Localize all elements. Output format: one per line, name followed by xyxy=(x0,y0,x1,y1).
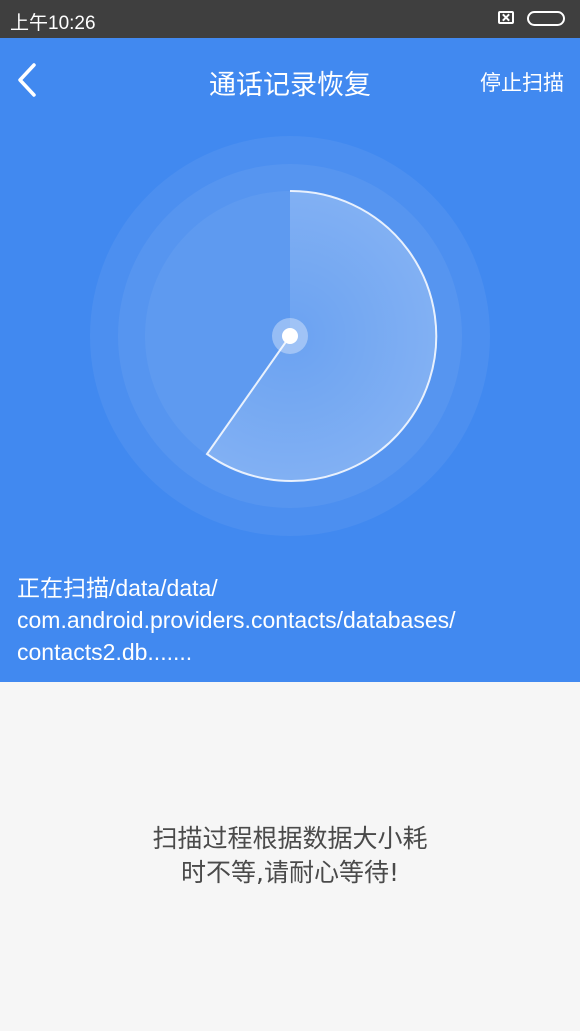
sim-disabled-icon xyxy=(498,11,514,24)
wait-hint-line: 时不等,请耐心等待! xyxy=(181,858,399,887)
radar-center-dot xyxy=(282,328,298,344)
stop-scan-button[interactable]: 停止扫描 xyxy=(480,67,564,97)
scan-path-text: 正在扫描/data/data/ com.android.providers.co… xyxy=(17,572,567,668)
battery-icon xyxy=(527,11,565,26)
wait-hint-line: 扫描过程根据数据大小耗 xyxy=(152,824,428,853)
status-time: 上午10:26 xyxy=(10,13,96,34)
scan-path-line: contacts2.db....... xyxy=(17,639,193,665)
wait-hint: 扫描过程根据数据大小耗 时不等,请耐心等待! xyxy=(0,822,580,890)
scan-panel: 通话记录恢复 停止扫描 正在扫描/data/data/ com.android.… xyxy=(0,38,580,682)
scan-path-line: 正在扫描/data/data/ xyxy=(17,575,218,601)
status-bar: 上午10:26 xyxy=(0,0,580,38)
info-area: 扫描过程根据数据大小耗 时不等,请耐心等待! xyxy=(0,682,580,1031)
scan-path-line: com.android.providers.contacts/databases… xyxy=(17,607,456,633)
